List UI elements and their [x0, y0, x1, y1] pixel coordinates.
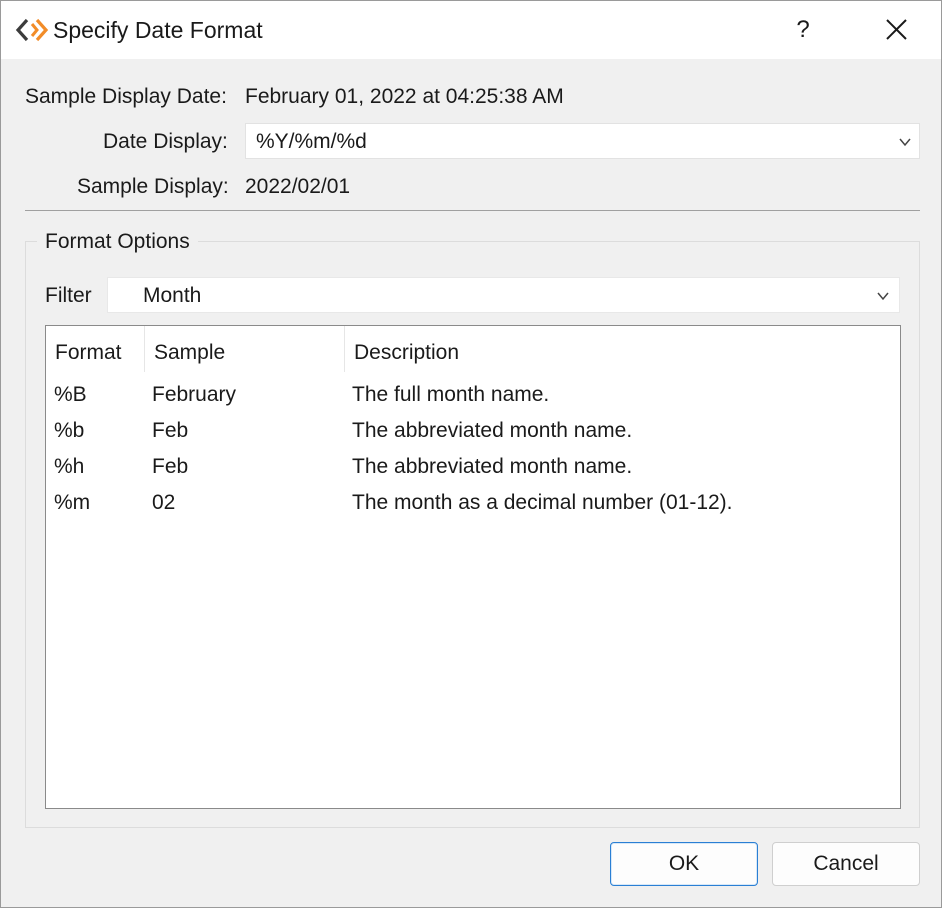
cancel-button[interactable]: Cancel	[772, 842, 920, 886]
table-header: Format Sample Description	[46, 326, 900, 372]
cell-sample: Feb	[152, 419, 189, 442]
cell-sample: Feb	[152, 455, 189, 478]
date-display-value: %Y/%m/%d	[256, 130, 367, 153]
cell-description: The abbreviated month name.	[352, 419, 633, 442]
diamond-chevron-icon	[15, 18, 49, 42]
column-header-sample[interactable]: Sample	[145, 326, 345, 372]
separator-line	[25, 210, 920, 211]
filter-combobox[interactable]: Month	[107, 277, 900, 313]
title-bar[interactable]: Specify Date Format ?	[1, 1, 941, 59]
table-row[interactable]: %b Feb The abbreviated month name.	[46, 413, 900, 449]
window-title: Specify Date Format	[53, 17, 263, 43]
cell-description: The full month name.	[352, 383, 550, 406]
format-table[interactable]: Format Sample Description %B February Th…	[45, 325, 901, 809]
cell-format: %B	[54, 383, 87, 406]
cell-description: The abbreviated month name.	[352, 455, 633, 478]
table-row[interactable]: %h Feb The abbreviated month name.	[46, 449, 900, 485]
close-icon	[886, 19, 907, 40]
help-button[interactable]: ?	[781, 9, 825, 51]
sample-display-value: 2022/02/01	[245, 175, 351, 198]
chevron-down-icon	[877, 292, 889, 301]
cell-sample: February	[152, 383, 237, 406]
sample-display-date-value: February 01, 2022 at 04:25:38 AM	[245, 85, 564, 108]
table-row[interactable]: %m 02 The month as a decimal number (01-…	[46, 485, 900, 521]
cell-description: The month as a decimal number (01-12).	[352, 491, 733, 514]
format-options-title: Format Options	[37, 230, 198, 254]
close-button[interactable]	[871, 9, 921, 51]
cell-format: %m	[54, 491, 91, 514]
sample-display-label: Sample Display:	[77, 175, 229, 198]
column-header-format[interactable]: Format	[46, 326, 145, 372]
column-header-description[interactable]: Description	[345, 326, 900, 372]
ok-button[interactable]: OK	[610, 842, 758, 886]
chevron-down-icon	[899, 138, 911, 147]
table-row[interactable]: %B February The full month name.	[46, 377, 900, 413]
cell-sample: 02	[152, 491, 176, 514]
cell-format: %b	[54, 419, 85, 442]
date-display-label: Date Display:	[103, 130, 228, 153]
filter-value: Month	[143, 284, 202, 307]
date-display-combobox[interactable]: %Y/%m/%d	[245, 123, 920, 159]
cell-format: %h	[54, 455, 85, 478]
filter-label: Filter	[45, 284, 92, 307]
specify-date-format-dialog: Specify Date Format ? Sample Display Dat…	[0, 0, 942, 908]
sample-display-date-label: Sample Display Date:	[25, 85, 227, 108]
